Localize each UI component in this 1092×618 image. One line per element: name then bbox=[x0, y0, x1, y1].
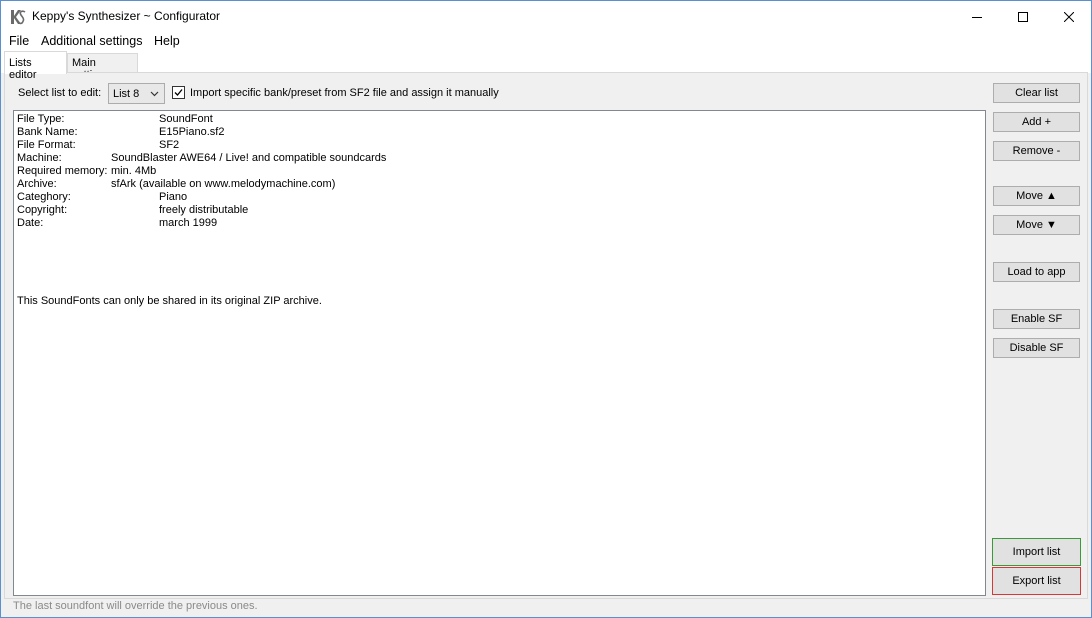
app-logo-icon bbox=[10, 9, 26, 25]
clear-list-button[interactable]: Clear list bbox=[993, 83, 1080, 103]
info-value: freely distributable bbox=[159, 204, 249, 216]
close-icon bbox=[1064, 11, 1074, 22]
info-key: Archive: bbox=[17, 178, 57, 190]
maximize-button[interactable] bbox=[1000, 1, 1046, 32]
menu-file[interactable]: File bbox=[9, 34, 29, 48]
checkmark-icon bbox=[174, 89, 183, 96]
info-value: Piano bbox=[159, 191, 188, 203]
app-window: Keppy's Synthesizer ~ Configurator File … bbox=[0, 0, 1092, 618]
import-specific-checkbox[interactable] bbox=[172, 86, 185, 99]
soundfont-list[interactable]: File Type: SoundFont Bank Name: E15Piano… bbox=[13, 110, 986, 596]
minimize-button[interactable] bbox=[954, 1, 1000, 32]
move-up-button[interactable]: Move ▲ bbox=[993, 186, 1080, 206]
info-note: This SoundFonts can only be shared in it… bbox=[17, 295, 322, 307]
info-key: Categhory: bbox=[17, 191, 71, 203]
menu-help[interactable]: Help bbox=[154, 34, 180, 48]
minimize-icon bbox=[972, 16, 982, 18]
info-value: E15Piano.sf2 bbox=[159, 126, 225, 138]
load-to-app-button[interactable]: Load to app bbox=[993, 262, 1080, 282]
title-bar[interactable]: Keppy's Synthesizer ~ Configurator bbox=[1, 1, 1091, 32]
info-value: min. 4Mb bbox=[111, 165, 157, 177]
status-text: The last soundfont will override the pre… bbox=[13, 600, 258, 612]
list-select-value: List 8 bbox=[113, 88, 140, 100]
export-list-button[interactable]: Export list bbox=[992, 567, 1081, 595]
info-key: Required memory: bbox=[17, 165, 108, 177]
info-key: Bank Name: bbox=[17, 126, 78, 138]
menu-additional-settings[interactable]: Additional settings bbox=[41, 34, 142, 48]
select-list-label: Select list to edit: bbox=[18, 87, 102, 99]
tab-lists-editor[interactable]: Lists editor bbox=[4, 51, 67, 81]
list-select-dropdown[interactable]: List 8 bbox=[108, 83, 165, 104]
info-key: Machine: bbox=[17, 152, 62, 164]
disable-sf-button[interactable]: Disable SF bbox=[993, 338, 1080, 358]
enable-sf-button[interactable]: Enable SF bbox=[993, 309, 1080, 329]
info-key: File Format: bbox=[17, 139, 76, 151]
move-down-button[interactable]: Move ▼ bbox=[993, 215, 1080, 235]
lists-editor-page: Select list to edit: List 8 Import speci… bbox=[4, 72, 1088, 599]
window-title: Keppy's Synthesizer ~ Configurator bbox=[32, 9, 221, 23]
tab-strip: Lists editor Main settings bbox=[1, 51, 1091, 81]
remove-button[interactable]: Remove - bbox=[993, 141, 1080, 161]
info-value: sfArk (available on www.melodymachine.co… bbox=[111, 178, 336, 190]
info-value: march 1999 bbox=[159, 217, 218, 229]
import-specific-label[interactable]: Import specific bank/preset from SF2 fil… bbox=[190, 87, 499, 99]
info-value: SoundBlaster AWE64 / Live! and compatibl… bbox=[111, 152, 387, 164]
info-key: Copyright: bbox=[17, 204, 68, 216]
import-list-button[interactable]: Import list bbox=[992, 538, 1081, 566]
info-key: Date: bbox=[17, 217, 44, 229]
menu-bar: File Additional settings Help bbox=[1, 32, 1091, 51]
info-value: SoundFont bbox=[159, 113, 213, 125]
close-button[interactable] bbox=[1046, 1, 1092, 32]
tab-main-settings[interactable]: Main settings bbox=[67, 53, 138, 81]
chevron-down-icon bbox=[147, 86, 162, 101]
maximize-icon bbox=[1018, 11, 1028, 22]
info-value: SF2 bbox=[159, 139, 180, 151]
info-key: File Type: bbox=[17, 113, 65, 125]
add-button[interactable]: Add + bbox=[993, 112, 1080, 132]
